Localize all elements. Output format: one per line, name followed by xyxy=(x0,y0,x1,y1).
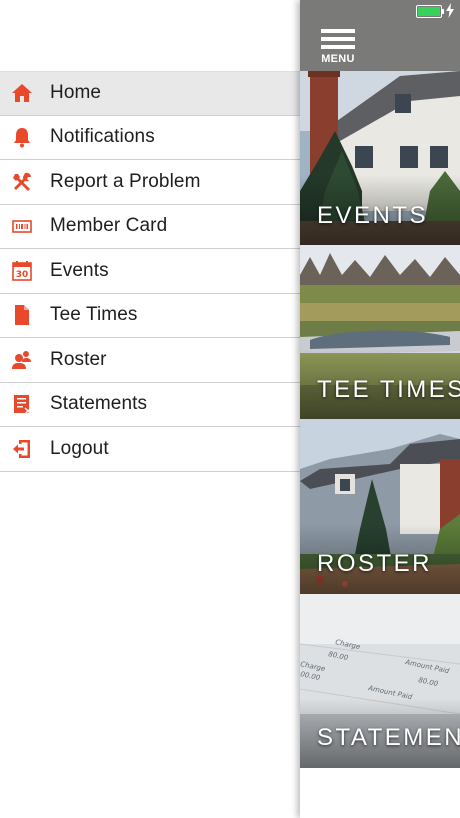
tile-label-tee-times: TEE TIMES xyxy=(317,376,460,403)
menu-item-roster[interactable]: Roster xyxy=(0,338,300,383)
hamburger-icon-bar xyxy=(321,45,355,49)
battery-cap xyxy=(442,8,444,14)
tile-label-roster: ROSTER xyxy=(317,550,433,577)
hamburger-icon-bar xyxy=(321,37,355,41)
menu-item-tee-times[interactable]: Tee Times xyxy=(0,293,300,338)
menu-item-home[interactable]: Home xyxy=(0,71,300,116)
menu-item-report-a-problem[interactable]: Report a Problem xyxy=(0,160,300,205)
tools-icon xyxy=(11,171,33,193)
menu-label-report-a-problem: Report a Problem xyxy=(50,170,201,192)
tile-label-statements: STATEMENTS xyxy=(317,724,460,751)
menu-item-events[interactable]: 30 Events xyxy=(0,249,300,294)
menu-item-statements[interactable]: Statements xyxy=(0,382,300,427)
menu-item-logout[interactable]: Logout xyxy=(0,427,300,472)
menu-label-notifications: Notifications xyxy=(50,126,155,148)
menu-label-statements: Statements xyxy=(50,393,148,415)
tile-statements[interactable]: Charge Amount Paid 80.00 80.00 Charge Am… xyxy=(300,594,460,768)
menu-item-notifications[interactable]: Notifications xyxy=(0,115,300,160)
menu-label-member-card: Member Card xyxy=(50,215,168,237)
home-content-panel: MENU EVENTS TEE TIMES ROSTER Charge Amou… xyxy=(300,0,460,818)
top-bar: MENU xyxy=(300,0,460,71)
menu-label-events: Events xyxy=(50,259,109,281)
menu-button[interactable]: MENU xyxy=(320,29,356,67)
navigation-drawer: Home Notifications Report a Problem Memb… xyxy=(0,0,300,818)
menu-label-roster: Roster xyxy=(50,348,107,370)
battery-icon xyxy=(416,5,442,18)
statement-icon xyxy=(11,393,33,415)
menu-label-logout: Logout xyxy=(50,437,109,459)
tile-tee-times[interactable]: TEE TIMES xyxy=(300,245,460,419)
menu-item-member-card[interactable]: Member Card xyxy=(0,204,300,249)
people-icon xyxy=(11,349,33,371)
menu-button-label: MENU xyxy=(321,53,355,65)
document-icon xyxy=(11,304,33,326)
barcode-card-icon xyxy=(11,215,33,237)
bell-icon xyxy=(11,126,33,148)
hamburger-icon-bar xyxy=(321,29,355,33)
calendar-icon: 30 xyxy=(11,260,33,282)
tile-events[interactable]: EVENTS xyxy=(300,71,460,245)
menu-label-tee-times: Tee Times xyxy=(50,304,138,326)
tile-label-events: EVENTS xyxy=(317,202,429,229)
tile-roster[interactable]: ROSTER xyxy=(300,419,460,594)
svg-text:30: 30 xyxy=(16,270,29,280)
menu-label-home: Home xyxy=(50,82,102,104)
logout-icon xyxy=(11,438,33,460)
home-icon xyxy=(11,82,33,104)
charging-bolt-icon xyxy=(446,3,454,18)
menu-list: Home Notifications Report a Problem Memb… xyxy=(0,71,300,472)
